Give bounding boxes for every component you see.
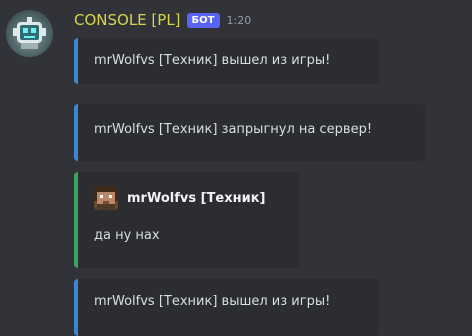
bot-badge: БОТ bbox=[186, 12, 220, 28]
embed-joined-server: mrWolfvs [Техник] запрыгнул на сервер! bbox=[74, 104, 425, 161]
message-header: CONSOLE [PL] БОТ 1:20 bbox=[74, 9, 251, 31]
embed-text: mrWolfvs [Техник] вышел из игры! bbox=[94, 53, 331, 68]
embed-author-name[interactable]: mrWolfvs [Техник] bbox=[127, 191, 265, 206]
author-username[interactable]: CONSOLE [PL] bbox=[74, 11, 181, 29]
embed-author: mrWolfvs [Техник] bbox=[94, 186, 265, 210]
bot-avatar[interactable] bbox=[6, 10, 53, 57]
embed-left-game: mrWolfvs [Техник] вышел из игры! bbox=[74, 38, 379, 84]
embed-chat-message: mrWolfvs [Техник] да ну нах bbox=[74, 172, 299, 268]
embed-text: mrWolfvs [Техник] вышел из игры! bbox=[94, 294, 331, 309]
embed-text: mrWolfvs [Техник] запрыгнул на сервер! bbox=[94, 122, 373, 137]
pixel-robot-icon bbox=[13, 17, 46, 49]
chat-view: CONSOLE [PL] БОТ 1:20 mrWolfvs [Техник] … bbox=[0, 0, 472, 336]
embed-description: да ну нах bbox=[94, 228, 160, 243]
message-timestamp[interactable]: 1:20 bbox=[227, 14, 252, 27]
player-head-icon bbox=[94, 186, 118, 210]
embed-left-game: mrWolfvs [Техник] вышел из игры! bbox=[74, 279, 379, 336]
